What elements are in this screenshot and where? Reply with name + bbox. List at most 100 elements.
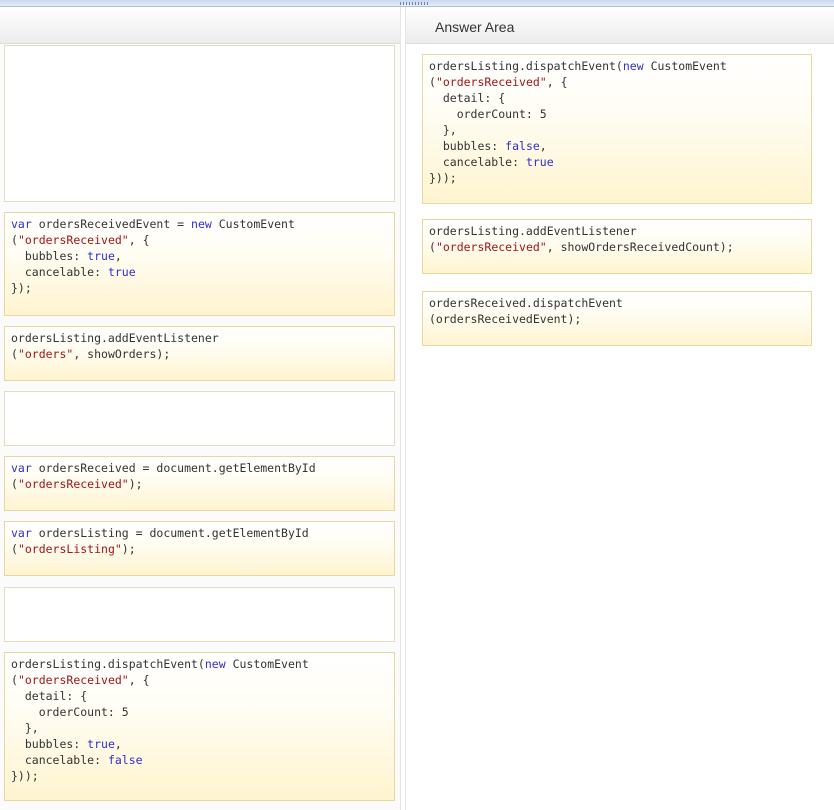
- code-string: "ordersReceived": [435, 240, 547, 254]
- answer-add-listener-orders-received[interactable]: ordersListing.addEventListener ("ordersRe…: [422, 219, 812, 274]
- code-keyword: true: [107, 265, 136, 279]
- code-line: var ordersReceived = document.getElement…: [11, 460, 388, 476]
- code-snippet: var ordersListing = document.getElementB…: [11, 525, 388, 557]
- code-text: ordersListing.dispatchEvent(: [11, 657, 205, 671]
- code-text: ordersReceived.dispatchEvent: [429, 296, 623, 310]
- code-text: (: [11, 347, 18, 361]
- code-line: ("ordersReceived", {: [11, 232, 388, 248]
- code-keyword: true: [525, 155, 554, 169]
- code-text: orderCount: 5: [429, 107, 547, 121]
- choice-slot-empty[interactable]: [4, 45, 395, 202]
- code-snippet: var ordersReceived = document.getElement…: [11, 460, 388, 492]
- code-text: }));: [11, 769, 39, 783]
- code-keyword: new: [622, 59, 644, 73]
- choice-create-event[interactable]: var ordersReceivedEvent = new CustomEven…: [4, 212, 395, 316]
- code-line: ("ordersReceived", {: [429, 74, 805, 90]
- code-snippet: ordersListing.dispatchEvent(new CustomEv…: [429, 58, 805, 186]
- code-line: ordersListing.dispatchEvent(new CustomEv…: [11, 656, 388, 672]
- code-keyword: var: [11, 526, 32, 540]
- choice-get-orders-listing[interactable]: var ordersListing = document.getElementB…: [4, 521, 395, 576]
- code-line: });: [11, 280, 388, 296]
- code-text: bubbles:: [429, 139, 506, 153]
- code-text: , showOrdersReceivedCount);: [546, 240, 734, 254]
- code-text: ordersListing.addEventListener: [11, 331, 219, 345]
- code-text: CustomEvent: [225, 657, 309, 671]
- code-text: , {: [128, 673, 150, 687]
- code-keyword: new: [191, 217, 212, 231]
- code-text: (: [11, 477, 18, 491]
- code-line: var ordersReceivedEvent = new CustomEven…: [11, 216, 388, 232]
- code-text: });: [11, 281, 32, 295]
- code-snippet: ordersListing.dispatchEvent(new CustomEv…: [11, 656, 388, 784]
- code-text: detail: {: [11, 689, 88, 703]
- code-line: bubbles: true,: [11, 248, 388, 264]
- code-text: (: [11, 233, 18, 247]
- code-line: bubbles: true,: [11, 736, 388, 752]
- code-text: (ordersReceivedEvent);: [429, 312, 582, 326]
- choice-dispatch-bubbles-true[interactable]: ordersListing.dispatchEvent(new CustomEv…: [4, 652, 395, 801]
- code-text: },: [429, 123, 457, 137]
- choice-slot-empty[interactable]: [4, 587, 395, 642]
- code-keyword: true: [87, 737, 115, 751]
- code-string: "ordersReceived": [17, 233, 129, 247]
- code-text: ordersReceivedEvent =: [31, 217, 192, 231]
- code-line: ("orders", showOrders);: [11, 346, 388, 362]
- code-text: (: [429, 240, 436, 254]
- code-text: },: [11, 721, 39, 735]
- code-text: );: [121, 542, 136, 556]
- code-snippet: ordersListing.addEventListener ("ordersRe…: [429, 223, 805, 255]
- code-text: , {: [546, 75, 568, 89]
- answer-dispatch-bubbles-false[interactable]: ordersListing.dispatchEvent(new CustomEv…: [422, 54, 812, 204]
- answer-area-header: Answer Area: [406, 7, 834, 44]
- code-snippet: ordersListing.addEventListener ("orders",…: [11, 330, 388, 362]
- code-line: },: [429, 122, 805, 138]
- code-text: bubbles:: [11, 249, 88, 263]
- code-line: ordersReceived.dispatchEvent: [429, 295, 805, 311]
- choice-add-listener-orders[interactable]: ordersListing.addEventListener ("orders",…: [4, 326, 395, 381]
- answer-area-title: Answer Area: [435, 19, 515, 35]
- code-line: }));: [11, 768, 388, 784]
- code-text: }));: [429, 171, 457, 185]
- code-line: cancelable: true: [429, 154, 805, 170]
- code-keyword: true: [87, 249, 115, 263]
- code-text: );: [128, 477, 143, 491]
- code-text: bubbles:: [11, 737, 88, 751]
- code-line: orderCount: 5: [11, 704, 388, 720]
- code-line: cancelable: false: [11, 752, 388, 768]
- code-text: ,: [539, 139, 547, 153]
- code-text: (: [11, 673, 18, 687]
- code-line: ("ordersReceived");: [11, 476, 388, 492]
- code-line: ordersListing.addEventListener: [429, 223, 805, 239]
- choice-slot-empty[interactable]: [4, 391, 395, 446]
- code-text: ,: [114, 737, 122, 751]
- code-keyword: false: [107, 753, 143, 767]
- choice-get-orders-received[interactable]: var ordersReceived = document.getElement…: [4, 456, 395, 511]
- code-keyword: var: [11, 217, 32, 231]
- code-line: cancelable: true: [11, 264, 388, 280]
- code-string: "ordersReceived": [435, 75, 547, 89]
- code-line: ordersListing.dispatchEvent(new CustomEv…: [429, 58, 805, 74]
- code-text: CustomEvent: [211, 217, 295, 231]
- code-text: cancelable:: [429, 155, 526, 169]
- code-text: , showOrders);: [73, 347, 171, 361]
- code-line: detail: {: [429, 90, 805, 106]
- top-splitter-bar: [0, 0, 834, 7]
- code-line: (ordersReceivedEvent);: [429, 311, 805, 327]
- code-text: (: [11, 542, 18, 556]
- code-text: CustomEvent: [643, 59, 727, 73]
- code-text: cancelable:: [11, 265, 108, 279]
- code-text: cancelable:: [11, 753, 108, 767]
- code-text: orderCount: 5: [11, 705, 129, 719]
- code-line: ("ordersReceived", showOrdersReceivedCou…: [429, 239, 805, 255]
- code-text: ordersListing.addEventListener: [429, 224, 637, 238]
- code-text: , {: [128, 233, 150, 247]
- code-snippet: var ordersReceivedEvent = new CustomEven…: [11, 216, 388, 296]
- answer-dispatch-orders-received-event[interactable]: ordersReceived.dispatchEvent (ordersRecei…: [422, 291, 812, 346]
- code-line: ordersListing.addEventListener: [11, 330, 388, 346]
- code-text: ordersListing.dispatchEvent(: [429, 59, 623, 73]
- code-string: "ordersReceived": [17, 673, 129, 687]
- code-text: ordersListing = document.getElementById: [31, 526, 309, 540]
- splitter-grip-icon[interactable]: [400, 2, 430, 5]
- code-line: orderCount: 5: [429, 106, 805, 122]
- code-line: bubbles: false,: [429, 138, 805, 154]
